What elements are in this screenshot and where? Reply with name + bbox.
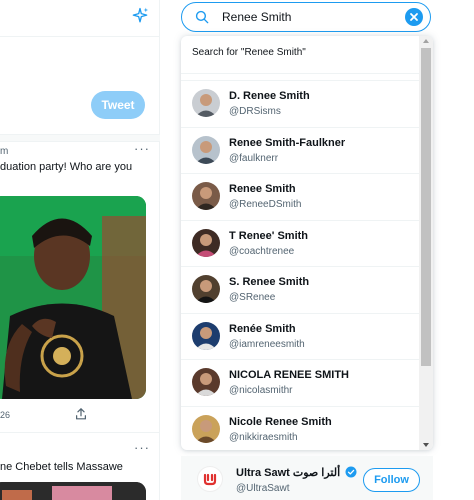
search-icon [195,10,209,24]
avatar [192,135,220,164]
tweet-photo[interactable] [0,196,146,399]
avatar [192,368,220,396]
result-name: S. Renee Smith [229,276,310,288]
avatar [192,228,220,257]
reply-count: 26 [0,410,11,420]
search-result-item[interactable]: Renee Smith-Faulkner @faulknerr [181,126,419,174]
clear-search-button[interactable] [405,8,423,26]
divider [0,36,160,37]
avatar[interactable] [197,466,223,492]
avatar [192,321,220,350]
tweet-text: ne Chebet tells Massawe [0,461,123,473]
more-options-icon[interactable]: ··· [134,141,150,156]
result-name: Renee Smith-Faulkner [229,136,346,149]
result-name: Nicole Renee Smith [229,415,332,428]
result-handle: @nicolasmithr [229,385,293,396]
divider [0,432,160,433]
sparkle-icon[interactable] [130,6,150,26]
share-icon[interactable] [74,407,88,421]
result-handle: @iamreneesmith [229,338,305,350]
scroll-up-arrow-icon[interactable] [423,39,429,43]
search-box[interactable] [181,2,431,32]
result-name: D. Renee Smith [229,90,310,102]
search-results-list: D. Renee Smith @DRSisms Renee Smith-Faulkn… [181,80,419,450]
scrollbar[interactable] [419,36,433,450]
search-for-option[interactable]: Search for "Renee Smith" [181,36,419,74]
result-handle: @DRSisms [229,106,281,117]
follow-button[interactable]: Follow [363,468,420,492]
who-to-follow-item[interactable]: Ultra Sawt ألترا صوت @UltraSawt Follow [181,456,433,500]
result-handle: @coachtrenee [229,245,295,257]
ultra-sawt-logo-icon [199,468,221,490]
scroll-down-arrow-icon[interactable] [423,443,429,447]
scrollbar-thumb[interactable] [421,48,431,366]
avatar [192,414,220,443]
result-name: Renée Smith [229,322,296,335]
more-options-icon[interactable]: ··· [134,440,150,455]
account-handle: @UltraSawt [236,483,290,494]
result-name: Renee Smith [229,183,296,195]
avatar [192,89,220,117]
tweet-text: duation party! Who are you [0,161,133,173]
search-result-item[interactable]: NICOLA RENEE SMITH @nicolasmithr [181,359,419,406]
search-dropdown: Search for "Renee Smith" D. Renee Smith @… [181,36,433,450]
account-name-text: Ultra Sawt ألترا صوت [236,467,341,479]
close-icon [410,13,418,21]
result-name: NICOLA RENEE SMITH [229,369,349,381]
search-result-item[interactable]: T Renee' Smith @coachtrenee [181,219,419,267]
tweet-handle[interactable]: m [0,146,8,157]
result-handle: @ReneeDSmith [229,199,302,210]
tweet-button[interactable]: Tweet [91,91,145,119]
avatar [192,182,220,210]
account-name[interactable]: Ultra Sawt ألترا صوت [236,466,357,479]
search-input[interactable] [222,8,402,26]
verified-badge-icon [345,466,357,478]
search-result-item[interactable]: Renee Smith @ReneeDSmith [181,173,419,220]
avatar [192,275,220,303]
search-result-item[interactable]: Renée Smith @iamreneesmith [181,312,419,360]
timeline-column: Tweet m ··· duation party! Who are you 2… [0,0,160,500]
tweet-photo[interactable] [0,482,146,500]
search-result-item[interactable]: S. Renee Smith @SRenee [181,266,419,313]
result-handle: @nikkiraesmith [229,431,298,443]
result-handle: @faulknerr [229,152,279,164]
search-result-item[interactable]: D. Renee Smith @DRSisms [181,80,419,127]
result-handle: @SRenee [229,292,276,303]
result-name: T Renee' Smith [229,229,309,242]
search-result-item[interactable]: Nicole Renee Smith @nikkiraesmith [181,405,419,451]
